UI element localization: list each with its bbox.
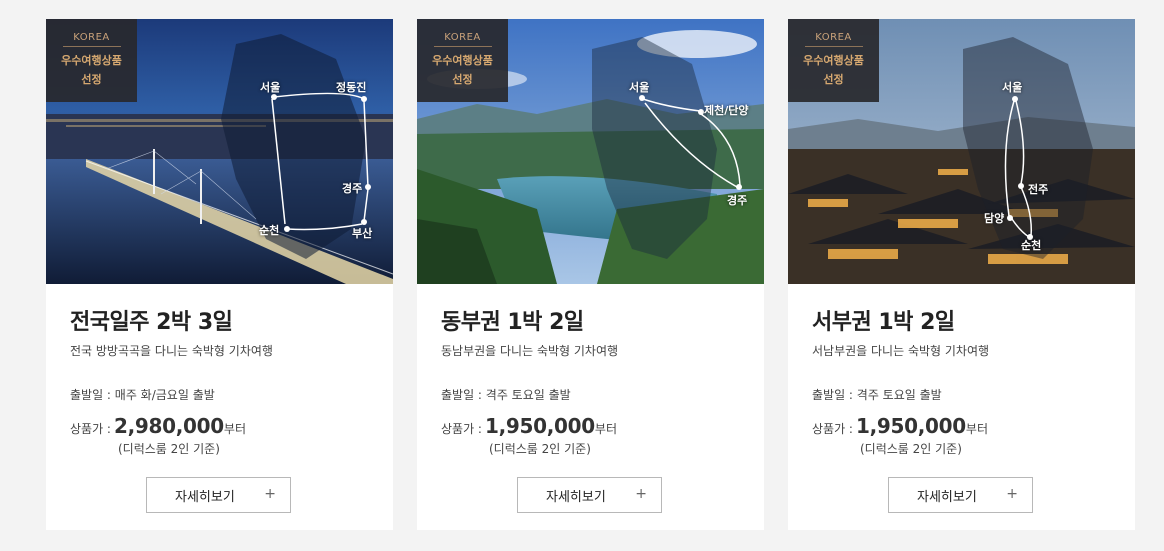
product-subtitle: 동남부권을 다니는 숙박형 기차여행 <box>441 344 619 358</box>
city-label: 서울 <box>629 81 650 94</box>
plus-icon: + <box>635 486 647 502</box>
price-value: 2,980,000 <box>113 414 224 438</box>
price-row: 상품가 : 1,950,000 부터 <box>812 414 1111 438</box>
product-card[interactable]: KOREA 우수여행상품 선정 서울 제천/단양 경주 동부권 1박 2일 동남… <box>417 19 764 530</box>
city-label: 서울 <box>1002 81 1023 94</box>
departure-info: 출발일 : 격주 토요일 출발 <box>441 388 571 402</box>
product-card[interactable]: KOREA 우수여행상품 선정 서울 전주 담양 순천 서부권 1박 2일 서남… <box>788 19 1135 530</box>
product-subtitle: 전국 방방곡곡을 다니는 숙박형 기차여행 <box>70 344 273 358</box>
plus-icon: + <box>1006 486 1018 502</box>
route-map <box>639 95 742 190</box>
price-note: (디럭스룸 2인 기준) <box>860 442 962 456</box>
city-label: 순천 <box>1021 239 1042 252</box>
price-row: 상품가 : 1,950,000 부터 <box>441 414 740 438</box>
price-note: (디럭스룸 2인 기준) <box>489 442 591 456</box>
product-photo[interactable]: KOREA 우수여행상품 선정 서울 전주 담양 순천 <box>788 19 1135 284</box>
detail-button-label: 자세히보기 <box>917 489 977 505</box>
detail-button[interactable]: 자세히보기 + <box>517 477 662 513</box>
city-label: 경주 <box>342 182 363 195</box>
price-label: 상품가 : <box>812 422 853 436</box>
city-label: 전주 <box>1028 183 1049 196</box>
city-label: 경주 <box>727 194 748 207</box>
product-title: 서부권 1박 2일 <box>812 310 955 335</box>
product-card[interactable]: KOREA 우수여행상품 선정 서울 정동진 경주 부산 순천 전국일주 2박 … <box>46 19 393 530</box>
city-label: 정동진 <box>336 81 367 94</box>
product-subtitle: 서남부권을 다니는 숙박형 기차여행 <box>812 344 990 358</box>
price-value: 1,950,000 <box>484 414 595 438</box>
departure-info: 출발일 : 매주 화/금요일 출발 <box>70 388 215 402</box>
city-label: 제천/단양 <box>704 104 749 117</box>
price-unit: 부터 <box>965 422 988 436</box>
price-label: 상품가 : <box>441 422 482 436</box>
departure-info: 출발일 : 격주 토요일 출발 <box>812 388 942 402</box>
price-unit: 부터 <box>594 422 617 436</box>
product-card-list: KOREA 우수여행상품 선정 서울 정동진 경주 부산 순천 전국일주 2박 … <box>0 0 1164 551</box>
detail-button-label: 자세히보기 <box>175 489 235 505</box>
product-title: 동부권 1박 2일 <box>441 310 584 335</box>
price-row: 상품가 : 2,980,000 부터 <box>70 414 369 438</box>
plus-icon: + <box>264 486 276 502</box>
product-photo[interactable]: KOREA 우수여행상품 선정 서울 정동진 경주 부산 순천 <box>46 19 393 284</box>
price-note: (디럭스룸 2인 기준) <box>118 442 220 456</box>
price-label: 상품가 : <box>70 422 111 436</box>
price-unit: 부터 <box>223 422 246 436</box>
city-label: 부산 <box>352 227 373 240</box>
detail-button-label: 자세히보기 <box>546 489 606 505</box>
product-title: 전국일주 2박 3일 <box>70 310 233 335</box>
route-map <box>271 92 371 232</box>
route-map <box>1004 96 1033 240</box>
city-label: 순천 <box>259 224 280 237</box>
detail-button[interactable]: 자세히보기 + <box>888 477 1033 513</box>
detail-button[interactable]: 자세히보기 + <box>146 477 291 513</box>
city-label: 서울 <box>260 81 281 94</box>
city-label: 담양 <box>984 212 1005 225</box>
product-photo[interactable]: KOREA 우수여행상품 선정 서울 제천/단양 경주 <box>417 19 764 284</box>
price-value: 1,950,000 <box>855 414 966 438</box>
